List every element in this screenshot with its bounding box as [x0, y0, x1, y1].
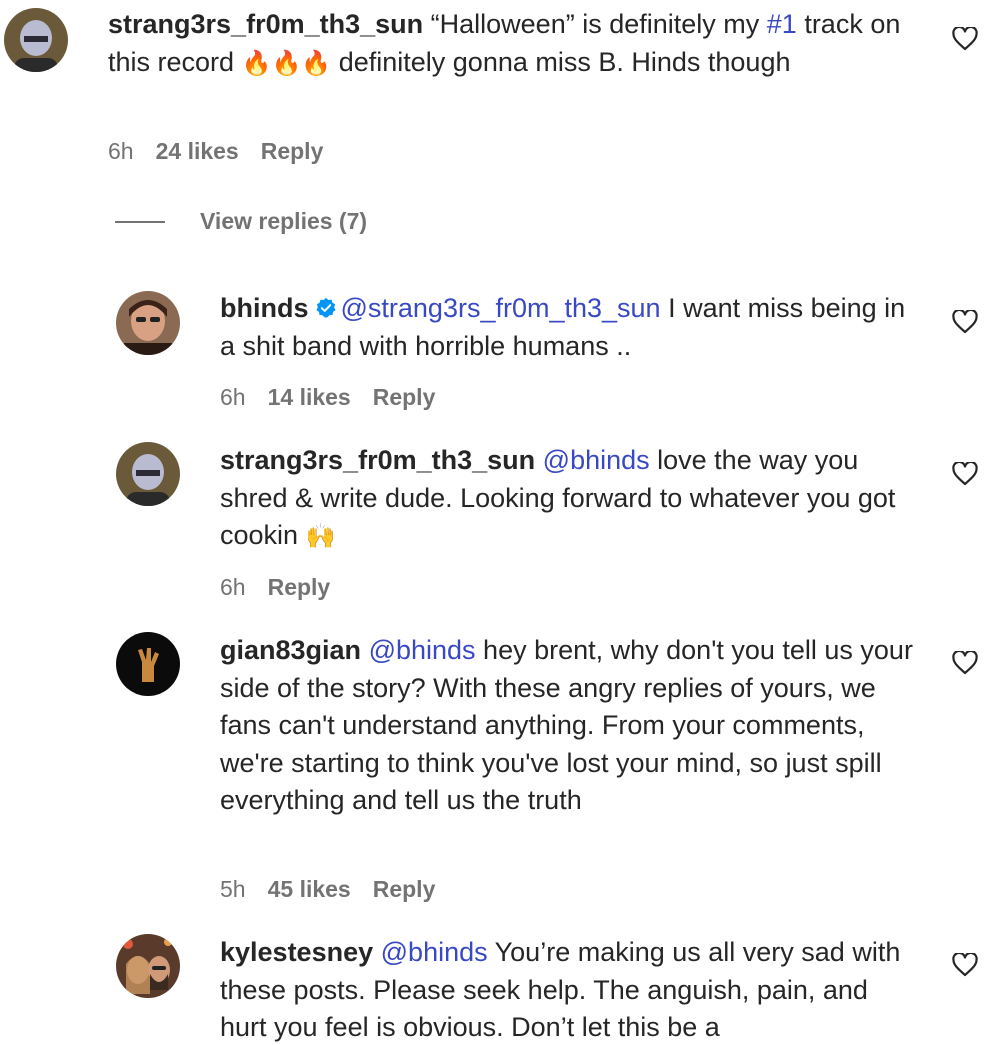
avatar-image: [116, 442, 180, 506]
heart-icon[interactable]: [952, 462, 978, 486]
avatar[interactable]: [116, 934, 180, 998]
comment-text: bhinds @strang3rs_fr0m_th3_sun I want mis…: [220, 290, 920, 365]
fire-emoji: 🔥🔥🔥: [241, 49, 332, 77]
comment-username[interactable]: gian83gian: [220, 635, 361, 665]
avatar[interactable]: [4, 8, 68, 72]
view-replies-label: View replies (7): [200, 208, 368, 234]
reply-button[interactable]: Reply: [261, 138, 324, 164]
heart-icon[interactable]: [952, 310, 978, 334]
comment-likes[interactable]: 14 likes: [268, 384, 351, 410]
comment-text-part: “Halloween” is definitely my: [423, 9, 767, 39]
comment-time: 5h: [220, 876, 246, 902]
comment-text: strang3rs_fr0m_th3_sun “Halloween” is de…: [108, 6, 908, 82]
mention-link[interactable]: @bhinds: [381, 937, 488, 967]
comment-meta: 6h Reply: [220, 574, 352, 601]
comment-time: 6h: [220, 574, 246, 600]
reply-button[interactable]: Reply: [373, 384, 436, 410]
hashtag-link[interactable]: #1: [767, 9, 797, 39]
comment-text: kylestesney @bhinds You’re making us all…: [220, 934, 920, 1045]
heart-icon[interactable]: [952, 27, 978, 51]
reply-button[interactable]: Reply: [268, 574, 331, 600]
comment-username[interactable]: strang3rs_fr0m_th3_sun: [220, 445, 535, 475]
comment-text: gian83gian @bhinds hey brent, why don't …: [220, 632, 920, 820]
avatar[interactable]: [116, 291, 180, 355]
verified-badge-icon: [315, 297, 336, 318]
divider-line: [115, 220, 165, 223]
avatar-image: [4, 8, 68, 72]
comment-text-part: definitely gonna miss B. Hinds though: [331, 46, 791, 77]
raising-hands-emoji: 🙌: [305, 523, 336, 550]
avatar[interactable]: [116, 632, 180, 696]
comment-username[interactable]: kylestesney: [220, 937, 373, 967]
comment-likes[interactable]: 24 likes: [156, 138, 239, 164]
comment-meta: 5h 45 likes Reply: [220, 876, 457, 903]
mention-link[interactable]: @strang3rs_fr0m_th3_sun: [341, 293, 661, 323]
mention-link[interactable]: @bhinds: [543, 445, 650, 475]
avatar-image: [116, 291, 180, 355]
comment-meta: 6h 14 likes Reply: [220, 384, 457, 411]
comment-text: strang3rs_fr0m_th3_sun @bhinds love the …: [220, 442, 920, 556]
mention-link[interactable]: @bhinds: [369, 635, 476, 665]
avatar-image: [116, 632, 180, 696]
comment-time: 6h: [108, 138, 134, 164]
comment-time: 6h: [220, 384, 246, 410]
avatar[interactable]: [116, 442, 180, 506]
comment-meta: 6h 24 likes Reply: [108, 138, 345, 165]
heart-icon[interactable]: [952, 953, 978, 977]
comment-username[interactable]: bhinds: [220, 293, 309, 323]
comment-username[interactable]: strang3rs_fr0m_th3_sun: [108, 9, 423, 39]
reply-button[interactable]: Reply: [373, 876, 436, 902]
heart-icon[interactable]: [952, 651, 978, 675]
avatar-image: [116, 934, 180, 998]
comment-likes[interactable]: 45 likes: [268, 876, 351, 902]
view-replies-button[interactable]: View replies (7): [115, 208, 367, 235]
